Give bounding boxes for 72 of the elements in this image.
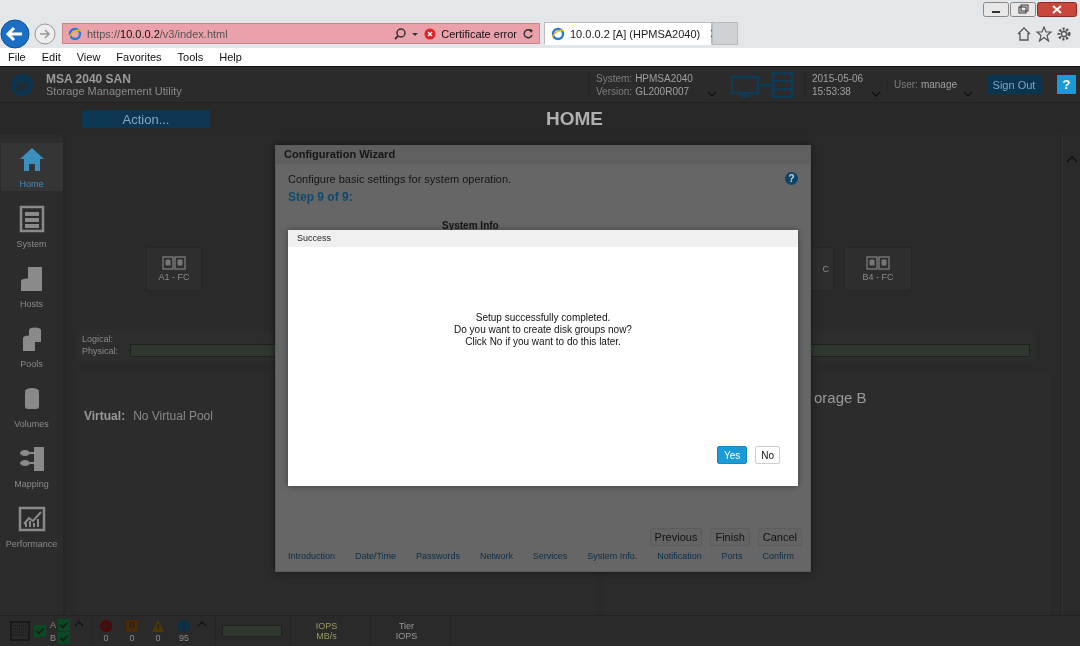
wizard-button[interactable]: Cancel [757, 528, 802, 546]
browser-tab[interactable]: 10.0.0.2 [A] (HPMSA2040) [544, 22, 712, 45]
port-label: A1 - FC [158, 272, 190, 282]
virtual-label: Virtual: [84, 409, 126, 423]
sidebar-item[interactable]: Home [0, 143, 63, 191]
dialog-message: Do you want to create disk groups now? [453, 324, 633, 336]
step-link[interactable]: Date/Time [354, 551, 397, 561]
dialog-message: Setup successfully completed. [474, 312, 612, 324]
step-link[interactable]: Network [479, 551, 513, 561]
menu-item[interactable]: View [76, 51, 101, 63]
step-link[interactable]: Ports [721, 551, 743, 561]
sidebar-item[interactable]: Hosts [0, 263, 63, 311]
step-link[interactable]: Passwords [416, 551, 460, 561]
user-name: manage [920, 79, 958, 90]
wizard-button[interactable]: Finish [710, 528, 750, 546]
product-subtitle: Storage Management Utility [46, 84, 182, 97]
action-button[interactable]: Action... [82, 110, 210, 128]
step-heading: Step 9 of 9: [288, 190, 354, 204]
port-label: B4 - FC [862, 272, 894, 282]
step-link[interactable]: Confirm [762, 551, 794, 561]
yes-button[interactable]: Yes [716, 446, 748, 464]
menu-item[interactable]: Edit [41, 51, 61, 63]
address-bar[interactable]: https://10.0.0.2/v3/index.html Certificate error [62, 23, 540, 44]
url-text: https://10.0.0.2/v3/index.html [87, 27, 228, 40]
page-title: HOME [546, 108, 603, 130]
sidebar-item[interactable]: System [0, 203, 63, 251]
date-text: 2015-05-06 [812, 71, 865, 85]
wizard-title: Configuration Wizard [276, 146, 810, 164]
tier-label: Tier [397, 621, 416, 631]
help-icon[interactable]: ? [785, 172, 798, 185]
event-counter[interactable]: 95 [175, 619, 193, 643]
event-counter[interactable]: 0 [123, 619, 141, 643]
help-button[interactable]: ? [1057, 75, 1076, 94]
controller-label: B [50, 632, 56, 643]
menu-item[interactable]: Tools [177, 51, 204, 63]
step-link[interactable]: System Info. [587, 551, 638, 561]
physical-label: Physical: [82, 345, 119, 357]
sidebar-item[interactable]: Volumes [0, 383, 63, 431]
dialog-message: Click No if you want to do this later. [464, 336, 622, 348]
time-text: 15:53:38 [812, 84, 852, 98]
logical-label: Logical: [82, 333, 115, 345]
product-name: MSA 2040 SAN [46, 72, 132, 85]
menu-item[interactable]: Favorites [116, 51, 162, 63]
sidebar-item[interactable]: Pools [0, 323, 63, 371]
section-heading: System Info [442, 220, 500, 231]
port-label: C [822, 264, 829, 274]
system-label: System: [596, 72, 633, 84]
io-label: MB/s [315, 631, 338, 641]
controller-label: A [50, 619, 56, 630]
io-label: IOPS [315, 621, 338, 631]
certificate-error[interactable]: Certificate error [441, 27, 517, 40]
menu-item[interactable]: File [8, 51, 26, 63]
storage-heading: orage B [814, 389, 868, 406]
dialog-title: Success [288, 230, 798, 247]
sidebar-item[interactable]: Mapping [0, 443, 63, 491]
tier-label: IOPS [395, 631, 418, 641]
system-name: HPMSA2040 [635, 72, 693, 84]
step-link[interactable]: Notification [657, 551, 702, 561]
wizard-description: Configure basic settings for system operation. [288, 172, 512, 185]
menu-item[interactable]: Help [219, 51, 242, 63]
wizard-button[interactable]: Previous [649, 528, 703, 546]
sidebar-item[interactable]: Performance [0, 503, 63, 551]
no-button[interactable]: No [755, 446, 780, 464]
version-value: GL200R007 [635, 85, 690, 97]
event-counter[interactable]: 0 [97, 619, 115, 643]
user-label: User: [894, 79, 918, 90]
virtual-value: No Virtual Pool [133, 409, 213, 423]
step-link[interactable]: Introduction [288, 551, 336, 561]
sign-out-button[interactable]: Sign Out [987, 75, 1041, 94]
version-label: Version: [596, 85, 633, 97]
step-link[interactable]: Services [532, 551, 568, 561]
event-counter[interactable]: 0 [149, 619, 167, 643]
